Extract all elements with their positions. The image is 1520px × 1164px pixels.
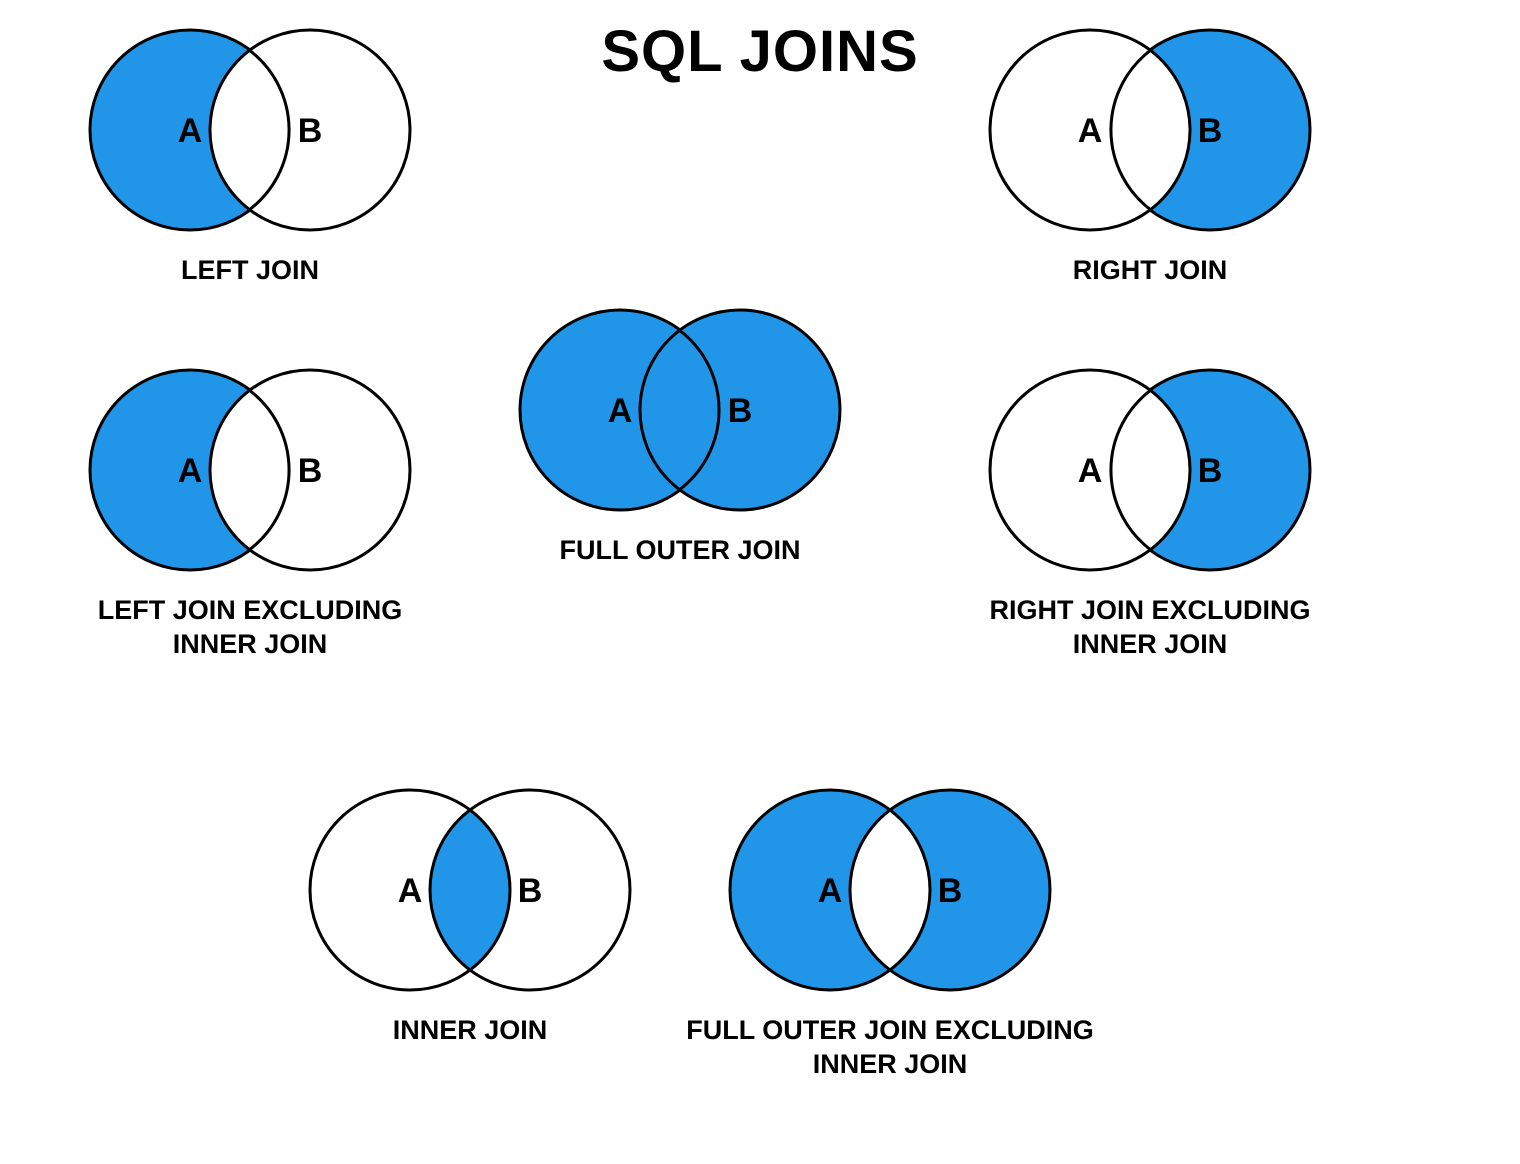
diagram-right-join: A B RIGHT JOIN xyxy=(960,20,1340,288)
venn-left-excluding: A B xyxy=(60,360,440,580)
venn-full-outer-join: A B xyxy=(490,300,870,520)
caption-left-join: LEFT JOIN xyxy=(60,254,440,288)
canvas: SQL JOINS A B LEFT JOIN A B RIGHT JOIN A xyxy=(0,0,1520,1164)
label-b: B xyxy=(938,872,963,910)
caption-inner-join: INNER JOIN xyxy=(280,1014,660,1048)
caption-right-join: RIGHT JOIN xyxy=(960,254,1340,288)
label-b: B xyxy=(1198,452,1223,490)
diagram-inner-join: A B INNER JOIN xyxy=(280,780,660,1048)
label-a: A xyxy=(178,112,203,150)
label-a: A xyxy=(1078,112,1103,150)
diagram-left-excluding: A B LEFT JOIN EXCLUDING INNER JOIN xyxy=(60,360,440,662)
diagram-full-excluding: A B FULL OUTER JOIN EXCLUDING INNER JOIN xyxy=(700,780,1080,1082)
label-a: A xyxy=(178,452,203,490)
label-a: A xyxy=(608,392,633,430)
diagram-full-outer-join: A B FULL OUTER JOIN xyxy=(490,300,870,568)
label-b: B xyxy=(298,112,323,150)
label-b: B xyxy=(1198,112,1223,150)
label-a: A xyxy=(818,872,843,910)
caption-right-excluding: RIGHT JOIN EXCLUDING INNER JOIN xyxy=(960,594,1340,662)
venn-inner-join: A B xyxy=(280,780,660,1000)
label-a: A xyxy=(1078,452,1103,490)
caption-left-excluding: LEFT JOIN EXCLUDING INNER JOIN xyxy=(60,594,440,662)
venn-right-join: A B xyxy=(960,20,1340,240)
label-b: B xyxy=(728,392,753,430)
venn-full-excluding: A B xyxy=(700,780,1080,1000)
label-b: B xyxy=(518,872,543,910)
caption-full-outer-join: FULL OUTER JOIN xyxy=(490,534,870,568)
caption-full-excluding: FULL OUTER JOIN EXCLUDING INNER JOIN xyxy=(640,1014,1140,1082)
venn-left-join: A B xyxy=(60,20,440,240)
diagram-right-excluding: A B RIGHT JOIN EXCLUDING INNER JOIN xyxy=(960,360,1340,662)
venn-right-excluding: A B xyxy=(960,360,1340,580)
diagram-left-join: A B LEFT JOIN xyxy=(60,20,440,288)
label-a: A xyxy=(398,872,423,910)
label-b: B xyxy=(298,452,323,490)
